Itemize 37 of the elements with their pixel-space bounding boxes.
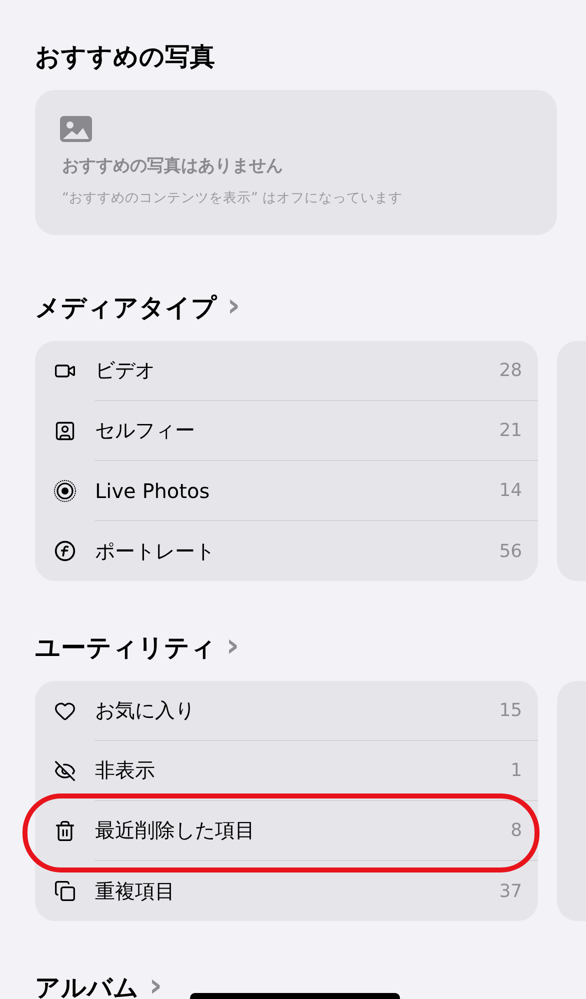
list-row[interactable]: Live Photos 14	[35, 461, 538, 521]
row-label: セルフィー	[95, 417, 196, 444]
row-count: 56	[499, 540, 522, 562]
row-count: 28	[499, 360, 522, 381]
row-label: ポートレート	[95, 538, 216, 564]
list-row[interactable]: 重複項目 37	[35, 861, 538, 921]
row-label: Live Photos	[95, 478, 211, 502]
row-count: 21	[499, 420, 522, 441]
list-row[interactable]: お気に入り 15	[35, 681, 538, 741]
empty-note: “おすすめのコンテンツを表示” はオフになっています	[62, 189, 404, 207]
row-count: 15	[499, 700, 522, 721]
section-title: おすすめの写真	[35, 40, 215, 72]
section-title[interactable]: メディアタイプ	[35, 290, 217, 324]
list-row[interactable]: 非表示 1	[35, 741, 538, 801]
row-label: ビデオ	[95, 357, 156, 384]
list-row[interactable]: セルフィー 21	[35, 401, 538, 461]
section-title[interactable]: ユーティリティ	[35, 630, 216, 664]
live-photo-icon	[53, 479, 77, 503]
row-count: 14	[499, 480, 522, 501]
row-label: お気に入り	[95, 697, 196, 724]
heart-icon	[54, 700, 76, 722]
row-count: 37	[499, 880, 522, 902]
trash-icon	[54, 820, 76, 842]
section-title[interactable]: アルバム	[35, 970, 139, 999]
photo-icon	[60, 116, 92, 142]
row-label: 重複項目	[95, 878, 176, 904]
duplicate-icon	[54, 880, 76, 902]
aperture-f-icon	[54, 540, 76, 562]
row-label: 最近削除した項目	[95, 817, 256, 844]
row-label: 非表示	[95, 757, 156, 784]
empty-title: おすすめの写真はありません	[62, 155, 284, 177]
row-count: 8	[510, 820, 522, 841]
list-row[interactable]: ビデオ 28	[35, 341, 538, 401]
list-row[interactable]: ポートレート 56	[35, 521, 538, 581]
row-count: 1	[510, 760, 522, 781]
eye-slash-icon	[54, 760, 76, 782]
person-square-icon	[54, 420, 76, 442]
